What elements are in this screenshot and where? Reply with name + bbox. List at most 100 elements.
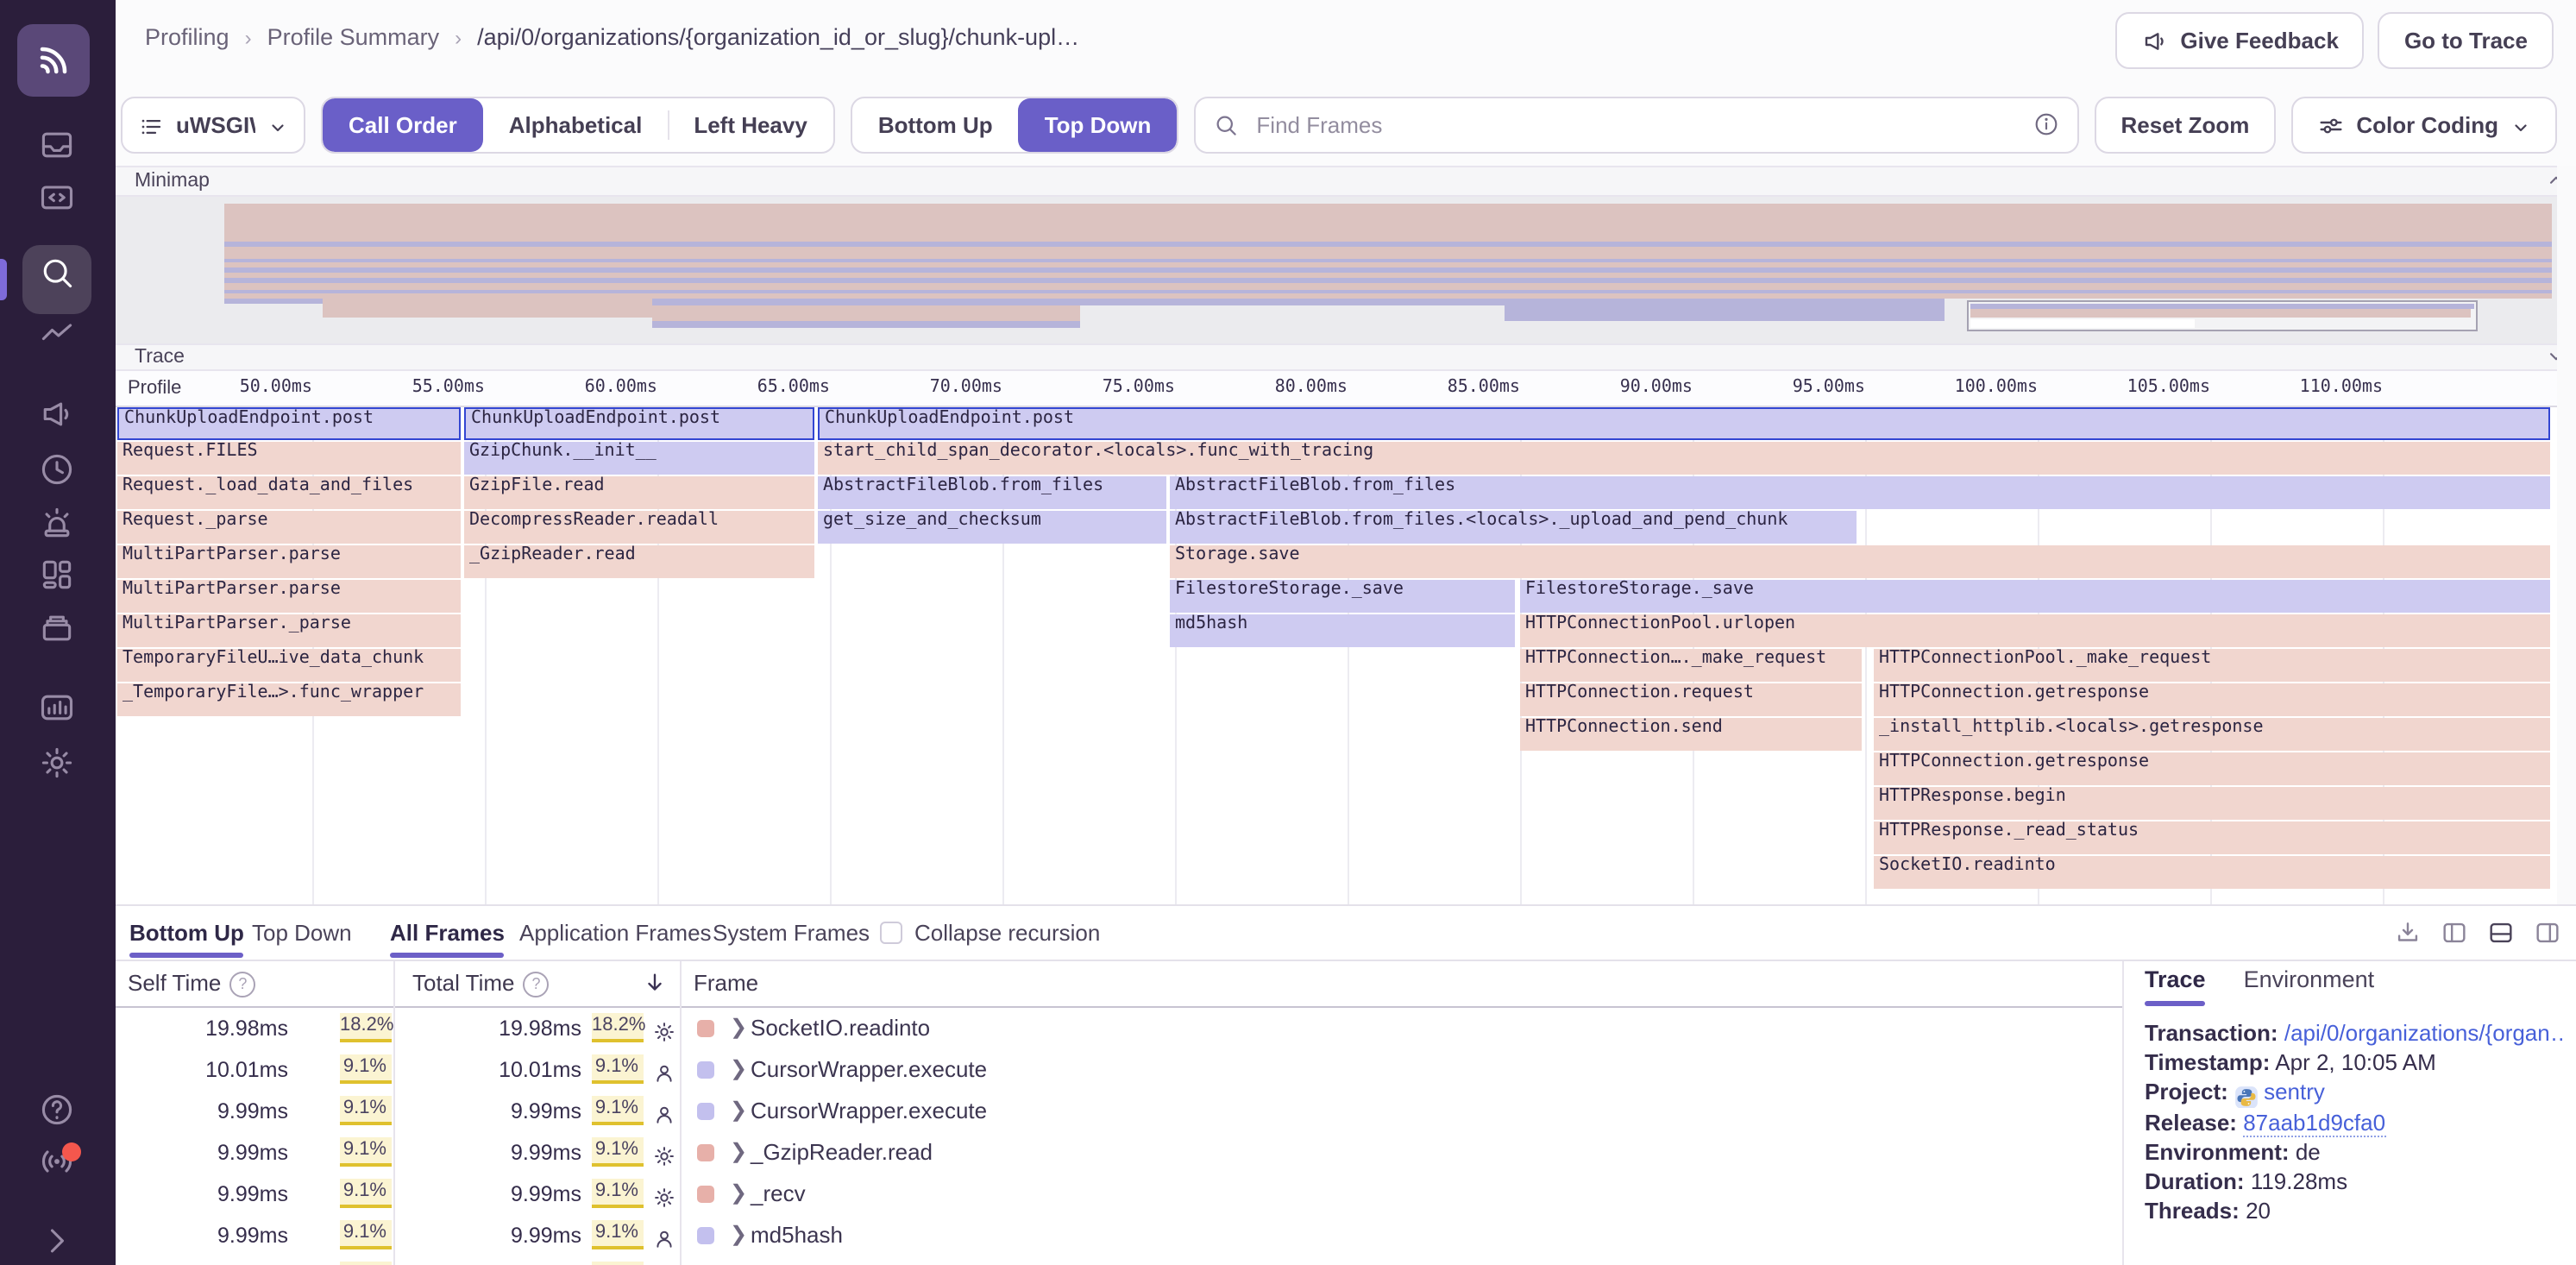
sidebar-item-stats[interactable] [38, 689, 76, 727]
sidebar-item-issues[interactable] [38, 126, 76, 164]
sort-option-left-heavy[interactable]: Left Heavy [668, 98, 833, 152]
flame-frame[interactable]: FilestoreStorage._save [1170, 580, 1515, 613]
download-button[interactable] [2393, 918, 2422, 949]
flame-frame[interactable]: HTTPConnection.send [1520, 718, 1862, 751]
flame-frame[interactable]: HTTPConnection.getresponse [1874, 683, 2550, 716]
give-feedback-button[interactable]: Give Feedback [2114, 12, 2365, 69]
reset-zoom-button[interactable]: Reset Zoom [2095, 97, 2276, 154]
sidebar-item-projects[interactable] [38, 178, 76, 216]
expand-row-chevron[interactable]: ❯ [730, 1008, 747, 1049]
flame-frame[interactable]: md5hash [1170, 614, 1515, 647]
total-time-header[interactable]: Total Time? [412, 970, 550, 998]
table-row[interactable] [116, 1256, 2122, 1265]
flame-frame[interactable]: Request._load_data_and_files [117, 476, 461, 509]
arrow-down-icon [642, 970, 668, 996]
flame-frame[interactable]: SocketIO.readinto [1874, 856, 2550, 889]
flame-frame[interactable]: HTTPConnectionPool.urlopen [1520, 614, 2550, 647]
flame-frame[interactable]: AbstractFileBlob.from_files [1170, 476, 2550, 509]
flame-frame[interactable]: Request.FILES [117, 442, 461, 475]
sidebar-item-alerts[interactable] [38, 504, 76, 542]
details-tab-environment[interactable]: Environment [2244, 961, 2375, 1006]
minimap[interactable] [116, 197, 2576, 343]
time-ruler[interactable]: Profile 50.00ms55.00ms60.00ms65.00ms70.0… [116, 371, 2576, 407]
breadcrumb-item[interactable]: Profile Summary [267, 24, 440, 50]
search-input[interactable] [1253, 110, 2019, 140]
flame-frame[interactable]: _install_httplib.<locals>.getresponse [1874, 718, 2550, 751]
expand-row-chevron[interactable]: ❯ [730, 1049, 747, 1091]
flame-frame[interactable]: Storage.save [1170, 545, 2550, 578]
flame-frame[interactable]: _GzipReader.read [464, 545, 814, 578]
sidebar-item-settings[interactable] [38, 744, 76, 782]
sidebar-item-feedback[interactable] [38, 395, 76, 433]
breadcrumb-item[interactable]: Profiling [145, 24, 229, 50]
sidebar-item-expand-sidebar[interactable] [38, 1222, 76, 1260]
sidebar-item-releases[interactable] [38, 609, 76, 647]
layout-bottom-button[interactable] [2486, 918, 2516, 949]
color-coding-button[interactable]: Color Coding [2290, 97, 2557, 154]
sort-option-call-order[interactable]: Call Order [323, 98, 483, 152]
flame-frame[interactable]: GzipFile.read [464, 476, 814, 509]
flame-frame[interactable]: HTTPResponse.begin [1874, 787, 2550, 820]
flame-frame[interactable]: HTTPResponse._read_status [1874, 821, 2550, 854]
flame-frame[interactable]: GzipChunk.__init__ [464, 442, 814, 475]
details-tab-trace[interactable]: Trace [2145, 961, 2206, 1006]
flame-frame[interactable]: DecompressReader.readall [464, 511, 814, 544]
flame-frame[interactable]: ChunkUploadEndpoint.post [117, 407, 461, 440]
flame-frame[interactable]: _TemporaryFile…>.func_wrapper [117, 683, 461, 716]
tab-bottom-up[interactable]: Bottom Up [129, 906, 244, 960]
layout-left-button[interactable] [2440, 918, 2469, 949]
flame-frame[interactable]: HTTPConnection.getresponse [1874, 752, 2550, 785]
sort-option-alphabetical[interactable]: Alphabetical [483, 98, 669, 152]
direction-option-bottom-up[interactable]: Bottom Up [852, 98, 1019, 152]
flame-frame[interactable]: HTTPConnection…._make_request [1520, 649, 1862, 682]
collapse-recursion-checkbox[interactable] [880, 922, 902, 944]
table-row[interactable]: 9.99ms9.1%9.99ms9.1%❯_recv [116, 1174, 2122, 1215]
detail-link[interactable]: /api/0/organizations/{organ… [2284, 1020, 2566, 1046]
flame-frame[interactable]: ChunkUploadEndpoint.post [464, 407, 814, 440]
tab-system-frames[interactable]: System Frames [713, 906, 870, 960]
flame-frame[interactable]: get_size_and_checksum [818, 511, 1166, 544]
sidebar-item-help[interactable] [38, 1091, 76, 1129]
tab-application-frames[interactable]: Application Frames [519, 906, 712, 960]
expand-row-chevron[interactable]: ❯ [730, 1091, 747, 1132]
tab-top-down[interactable]: Top Down [252, 906, 352, 960]
sentry-logo[interactable] [17, 24, 90, 97]
flame-frame[interactable]: MultiPartParser._parse [117, 614, 461, 647]
flame-frame[interactable]: MultiPartParser.parse [117, 580, 461, 613]
sidebar-item-explore[interactable] [38, 254, 76, 292]
flame-frame[interactable]: HTTPConnectionPool._make_request [1874, 649, 2550, 682]
go-to-trace-button[interactable]: Go to Trace [2378, 12, 2554, 69]
expand-row-chevron[interactable]: ❯ [730, 1174, 747, 1215]
flame-frame[interactable]: start_child_span_decorator.<locals>.func… [818, 442, 2550, 475]
flame-frame[interactable]: AbstractFileBlob.from_files.<locals>._up… [1170, 511, 1857, 544]
sidebar-item-replays[interactable] [38, 450, 76, 488]
flamegraph-canvas[interactable]: ChunkUploadEndpoint.postChunkUploadEndpo… [116, 407, 2576, 904]
table-row[interactable]: 10.01ms9.1%10.01ms9.1%❯CursorWrapper.exe… [116, 1049, 2122, 1091]
self-time-header[interactable]: Self Time? [128, 970, 255, 998]
sort-descending-icon[interactable] [642, 968, 668, 996]
flame-frame[interactable]: MultiPartParser.parse [117, 545, 461, 578]
flame-frame[interactable]: AbstractFileBlob.from_files [818, 476, 1166, 509]
table-row[interactable]: 9.99ms9.1%9.99ms9.1%❯md5hash [116, 1215, 2122, 1256]
sidebar-item-insights[interactable] [38, 316, 76, 354]
tab-all-frames[interactable]: All Frames [390, 906, 505, 960]
detail-link[interactable]: sentry [2264, 1079, 2325, 1105]
expand-row-chevron[interactable]: ❯ [730, 1132, 747, 1174]
flame-frame[interactable]: HTTPConnection.request [1520, 683, 1862, 716]
direction-option-top-down[interactable]: Top Down [1019, 98, 1178, 152]
flame-frame[interactable]: ChunkUploadEndpoint.post [818, 407, 2550, 440]
table-row[interactable]: 19.98ms18.2%19.98ms18.2%❯SocketIO.readin… [116, 1008, 2122, 1049]
sidebar-item-dashboards[interactable] [38, 556, 76, 594]
find-frames-search[interactable] [1194, 97, 2079, 154]
layout-right-button[interactable] [2533, 918, 2562, 949]
table-row[interactable]: 9.99ms9.1%9.99ms9.1%❯CursorWrapper.execu… [116, 1091, 2122, 1132]
table-row[interactable]: 9.99ms9.1%9.99ms9.1%❯_GzipReader.read [116, 1132, 2122, 1174]
flame-frame[interactable]: Request._parse [117, 511, 461, 544]
sliders-icon [2316, 112, 2344, 140]
info-icon[interactable] [2033, 110, 2061, 141]
detail-link[interactable]: 87aab1d9cfa0 [2243, 1109, 2385, 1136]
expand-row-chevron[interactable]: ❯ [730, 1215, 747, 1256]
flame-frame[interactable]: FilestoreStorage._save [1520, 580, 2550, 613]
flame-frame[interactable]: TemporaryFileU…ive_data_chunk [117, 649, 461, 682]
thread-selector[interactable]: uWSGIWor… [121, 97, 305, 154]
